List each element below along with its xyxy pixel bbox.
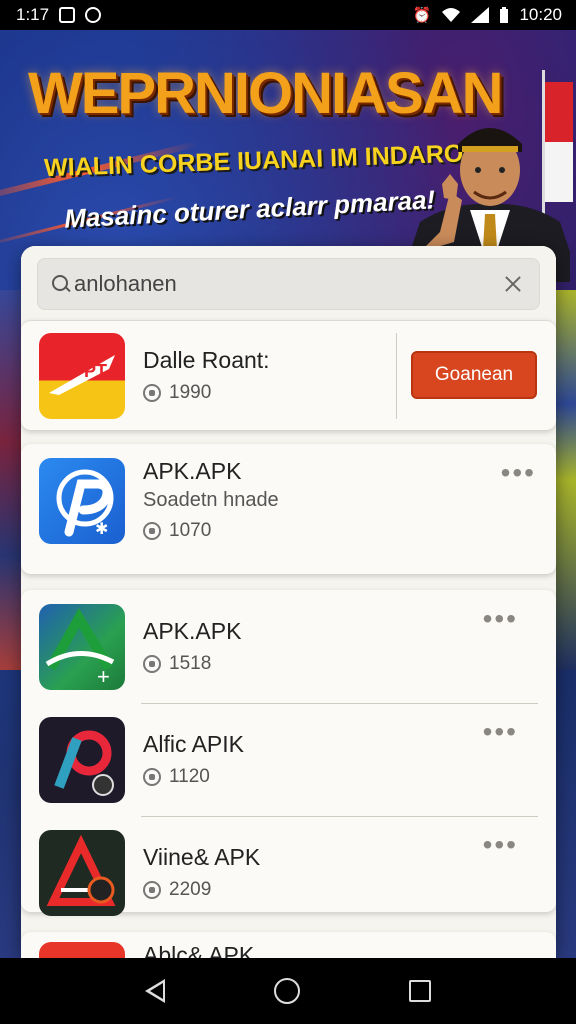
app-count-value: 1120 — [169, 766, 210, 787]
app-info: APK.APK Soadetn hnade 1070 — [143, 458, 279, 542]
app-info: Alfic APIK 1120 — [143, 731, 244, 788]
app-count: 1518 — [143, 653, 241, 675]
list-item[interactable]: Alfic APIK 1120 ••• — [39, 703, 538, 817]
search-input[interactable] — [74, 271, 501, 297]
app-icon-p-dark — [39, 716, 125, 803]
alarm-icon: ⏰ — [412, 7, 432, 24]
more-options-icon[interactable]: ••• — [483, 831, 518, 859]
app-icon-a-green: + — [39, 603, 125, 690]
status-right: ⏰ 10:20 — [413, 5, 562, 25]
more-options-icon[interactable]: ••• — [483, 718, 518, 746]
featured-app-icon-text: APPT — [59, 361, 107, 381]
more-options-icon[interactable]: ••• — [501, 459, 536, 487]
app-count: 1070 — [143, 520, 279, 542]
banner-tagline: Masainc oturer aclarr pmaraa! — [63, 184, 436, 234]
crowd-background-right — [554, 290, 576, 670]
svg-text:+: + — [97, 664, 110, 689]
app-icon-p: ✱ — [39, 458, 125, 544]
featured-app-count: 1990 — [143, 382, 270, 404]
signal-icon — [471, 7, 490, 23]
app-info: Ablc& APK — [143, 942, 254, 958]
app-subtitle: Soadetn hnade — [143, 489, 279, 511]
app-card[interactable]: ✱ APK.APK Soadetn hnade 1070 ••• — [21, 444, 556, 574]
more-options-icon[interactable]: ••• — [483, 605, 518, 633]
home-icon[interactable] — [273, 978, 300, 1004]
app-notification-icon — [85, 7, 102, 23]
back-icon[interactable] — [144, 979, 165, 1003]
featured-app-icon: APPT — [39, 332, 125, 419]
download-count-icon — [143, 384, 161, 402]
notification-icon — [59, 7, 76, 23]
status-time-right: 10:20 — [519, 5, 562, 24]
status-left: 1:17 — [16, 5, 102, 25]
list-item[interactable]: + APK.APK 1518 ••• — [39, 590, 538, 704]
featured-app-count-value: 1990 — [169, 382, 212, 403]
app-count: 1120 — [143, 766, 244, 788]
download-count-icon — [143, 881, 161, 899]
status-bar: 1:17 ⏰ 10:20 — [0, 0, 576, 30]
battery-icon — [500, 7, 509, 23]
app-name: Viine& APK — [143, 844, 261, 870]
app-name: Ablc& APK — [143, 942, 255, 958]
app-count-value: 1518 — [169, 653, 212, 674]
download-count-icon — [143, 768, 161, 786]
search-bar — [21, 246, 556, 320]
close-icon[interactable] — [501, 272, 525, 296]
download-count-icon — [143, 522, 161, 540]
app-info: Viine& APK 2209 — [143, 844, 260, 901]
app-list-card: + APK.APK 1518 ••• Alfic APIK 1120 ••• V… — [21, 590, 556, 916]
download-count-icon — [143, 655, 161, 673]
get-button[interactable]: Goanean — [411, 351, 537, 399]
status-time-left: 1:17 — [16, 5, 50, 24]
search-box[interactable] — [37, 258, 540, 310]
featured-app-info: Dalle Roant: 1990 — [143, 347, 270, 404]
app-count: 2209 — [143, 879, 260, 901]
recent-apps-icon[interactable] — [409, 980, 432, 1002]
navigation-bar — [0, 958, 576, 1024]
app-name: APK.APK — [143, 458, 242, 484]
app-count-value: 1070 — [169, 520, 212, 541]
featured-app-card[interactable]: APPT Dalle Roant: 1990 Goanean — [21, 320, 556, 430]
app-name: APK.APK — [143, 618, 242, 644]
crowd-background-left — [0, 290, 22, 670]
app-info: APK.APK 1518 — [143, 618, 241, 675]
wifi-icon — [442, 8, 461, 22]
vertical-divider — [396, 333, 397, 419]
featured-app-name: Dalle Roant: — [143, 347, 270, 373]
search-icon — [52, 275, 70, 293]
svg-text:✱: ✱ — [95, 521, 108, 538]
app-icon-partial — [39, 942, 125, 958]
app-name: Alfic APIK — [143, 731, 244, 757]
list-item[interactable]: Viine& APK 2209 ••• — [39, 816, 538, 929]
app-count-value: 2209 — [169, 879, 212, 900]
app-icon-a-red — [39, 829, 125, 916]
app-card[interactable]: Ablc& APK — [21, 932, 556, 958]
results-panel: APPT Dalle Roant: 1990 Goanean ✱ APK.APK… — [21, 246, 556, 958]
